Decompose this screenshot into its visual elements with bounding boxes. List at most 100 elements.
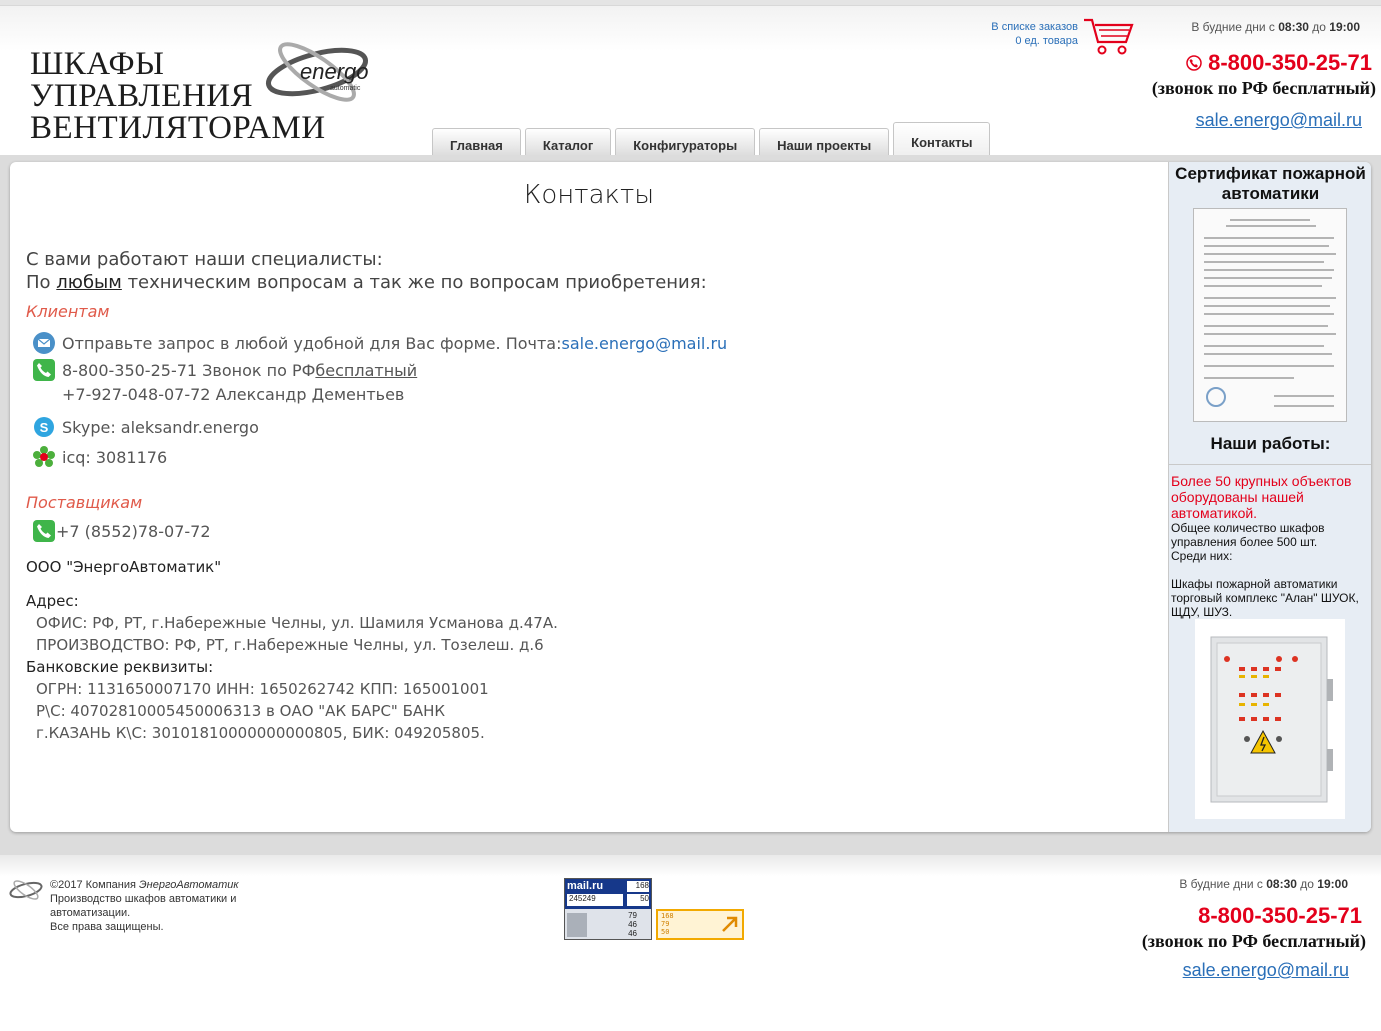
site-footer: ©2017 Компания ЭнергоАвтоматик Производс… [0, 855, 1381, 1031]
mobile-text: +7-927-048-07-72 Александр Дементьев [62, 385, 405, 404]
page-title: Контакты [523, 180, 655, 210]
intro-text: С вами работают наши специалисты: По люб… [26, 248, 707, 294]
production-address: ПРОИЗВОДСТВО: РФ, РТ, г.Набережные Челны… [36, 636, 544, 654]
mail-text: Отправьте запрос в любой удобной для Вас… [62, 333, 562, 353]
icq-text: icq: 3081176 [62, 447, 168, 467]
working-hours: В будние дни с 08:30 до 19:00 [1150, 20, 1360, 34]
counter-brand: mail.ru [567, 880, 604, 892]
supplier-phone-text: +7 (8552)78-07-72 [56, 521, 211, 541]
skype-icon: S [32, 415, 56, 439]
counter-val-d: 79 [628, 911, 637, 920]
office-address: ОФИС: РФ, РТ, г.Набережные Челны, ул. Ша… [36, 614, 558, 632]
copyright-company: ЭнергоАвтоматик [139, 879, 239, 891]
footer-hours-from: 08:30 [1266, 877, 1297, 891]
skype-text: Skype: aleksandr.energo [62, 417, 259, 437]
footer-copyright: ©2017 Компания ЭнергоАвтоматик Производс… [50, 878, 260, 934]
intro-line-1: С вами работают наши специалисты: [26, 249, 383, 270]
counter-stats: 79 46 46 [615, 911, 637, 938]
intro-line-2: По любым техническим вопросам а так же п… [26, 271, 707, 294]
address-heading: Адрес: [26, 592, 79, 610]
header-email-link[interactable]: sale.energo@mail.ru [1150, 110, 1362, 131]
mailru-counter[interactable]: mail.ru 168 245249 50 79 46 46 [564, 878, 652, 940]
intro-part-b: техническим вопросам а так же по вопроса… [121, 272, 707, 293]
liveinternet-counter[interactable]: 168 79 50 [656, 909, 744, 940]
counter-chart-icon [567, 913, 587, 937]
main-content: Контакты С вами работают наши специалист… [10, 162, 1168, 832]
clients-heading: Клиентам [26, 302, 110, 321]
control-cabinet-image[interactable] [1195, 619, 1345, 819]
footer-phone[interactable]: 8-800-350-25-71 [1150, 903, 1362, 929]
logo-sub: automatic [330, 85, 361, 92]
contact-mobile-row: +7-927-048-07-72 Александр Дементьев [62, 385, 404, 404]
site-header: ШКАФЫ УПРАВЛЕНИЯ ВЕНТИЛЯТОРАМИ energo au… [0, 6, 1381, 162]
certificate-image[interactable] [1193, 208, 1347, 422]
contact-icq-row: icq: 3081176 [32, 445, 167, 469]
works-project[interactable]: Шкафы пожарной автоматики торговый компл… [1171, 577, 1370, 619]
sidebar: Сертификат пожарной автоматики Наши рабо… [1168, 162, 1371, 832]
intro-part-a: По [26, 272, 57, 293]
bank-line-1: ОГРН: 1131650007170 ИНН: 1650262742 КПП:… [36, 680, 489, 698]
content-panel: Контакты С вами работают наши специалист… [10, 162, 1371, 832]
footer-logo-icon[interactable] [8, 877, 44, 908]
hours-mid: до [1312, 20, 1326, 34]
mail-link[interactable]: sale.energo@mail.ru [561, 334, 727, 353]
cart-count: 0 ед. товара [1015, 35, 1078, 47]
company-name: ООО "ЭнергоАвтоматик" [26, 558, 222, 576]
contact-phone-row: 8-800-350-25-71 Звонок по РФ бесплатный [32, 358, 417, 382]
copyright-text: ©2017 Компания [50, 879, 140, 891]
header-phone-note: (звонок по РФ бесплатный) [1151, 78, 1376, 98]
cart-label: В списке заказов [991, 21, 1078, 33]
energo-logo-icon[interactable]: energo automatic [262, 32, 372, 117]
contact-mail-row: Отправьте запрос в любой удобной для Вас… [32, 331, 727, 355]
contact-skype-row: S Skype: aleksandr.energo [32, 415, 259, 439]
counter-val-c: 50 [627, 894, 649, 906]
suppliers-heading: Поставщикам [26, 493, 143, 512]
address-block: Адрес: ОФИС: РФ, РТ, г.Набережные Челны,… [26, 590, 558, 744]
li-val-a: 168 [661, 912, 674, 920]
counter-val-b: 245249 [567, 894, 623, 906]
phone-green-icon [32, 358, 56, 382]
footer-line-3: Все права защищены. [50, 921, 164, 933]
hours-from: 08:30 [1278, 20, 1309, 34]
intro-underlined: любым [56, 272, 122, 293]
works-highlight: Более 50 крупных объектов оборудованы на… [1171, 473, 1352, 521]
bank-line-3: г.КАЗАНЬ К\С: 30101810000000000805, БИК:… [36, 724, 485, 742]
footer-line-2: Производство шкафов автоматики и автомат… [50, 893, 237, 919]
phone-text: 8-800-350-25-71 Звонок по РФ [62, 360, 316, 380]
certificate-heading: Сертификат пожарной автоматики [1175, 164, 1366, 203]
counter-val-e: 46 [628, 920, 637, 929]
footer-working-hours: В будние дни с 08:30 до 19:00 [1150, 877, 1348, 891]
supplier-phone-row: +7 (8552)78-07-72 [32, 519, 211, 543]
works-heading: Наши работы: [1210, 434, 1331, 453]
footer-email-link[interactable]: sale.energo@mail.ru [1150, 960, 1349, 981]
logo-brand: energo [300, 59, 369, 84]
footer-phone-note: (звонок по РФ бесплатный) [1141, 931, 1366, 951]
bank-heading: Банковские реквизиты: [26, 658, 214, 676]
li-val-b: 79 [661, 920, 670, 928]
counter-val-f: 46 [628, 929, 637, 938]
works-total: Общее количество шкафов управления более… [1171, 521, 1325, 549]
hours-to: 19:00 [1329, 20, 1360, 34]
bank-line-2: Р\С: 40702810005450006313 в ОАО "АК БАРС… [36, 702, 446, 720]
shopping-cart-icon[interactable] [1082, 16, 1134, 61]
copyright-line: ©2017 Компания ЭнергоАвтоматик [50, 878, 260, 892]
hours-prefix: В будние дни с [1191, 20, 1275, 34]
footer-hours-mid: до [1300, 877, 1314, 891]
li-val-c: 50 [661, 928, 670, 936]
mail-icon [32, 331, 56, 355]
phone-icon [1186, 51, 1202, 77]
works-among: Среди них: [1171, 549, 1233, 563]
cart-summary[interactable]: В списке заказов 0 ед. товара [970, 20, 1078, 48]
header-phone-number: 8-800-350-25-71 [1208, 50, 1372, 75]
arrow-icon [722, 916, 738, 932]
counter-val-a: 168 [627, 881, 649, 892]
icq-flower-icon [32, 445, 56, 469]
works-list: Более 50 крупных объектов оборудованы на… [1169, 464, 1371, 832]
phone-green-icon [32, 519, 56, 543]
footer-hours-to: 19:00 [1317, 877, 1348, 891]
li-stats: 168 79 50 [661, 912, 674, 936]
phone-free-text: бесплатный [315, 360, 418, 380]
header-phone[interactable]: 8-800-350-25-71 [1150, 50, 1372, 77]
footer-hours-prefix: В будние дни с [1179, 877, 1263, 891]
svg-text:S: S [40, 420, 49, 435]
